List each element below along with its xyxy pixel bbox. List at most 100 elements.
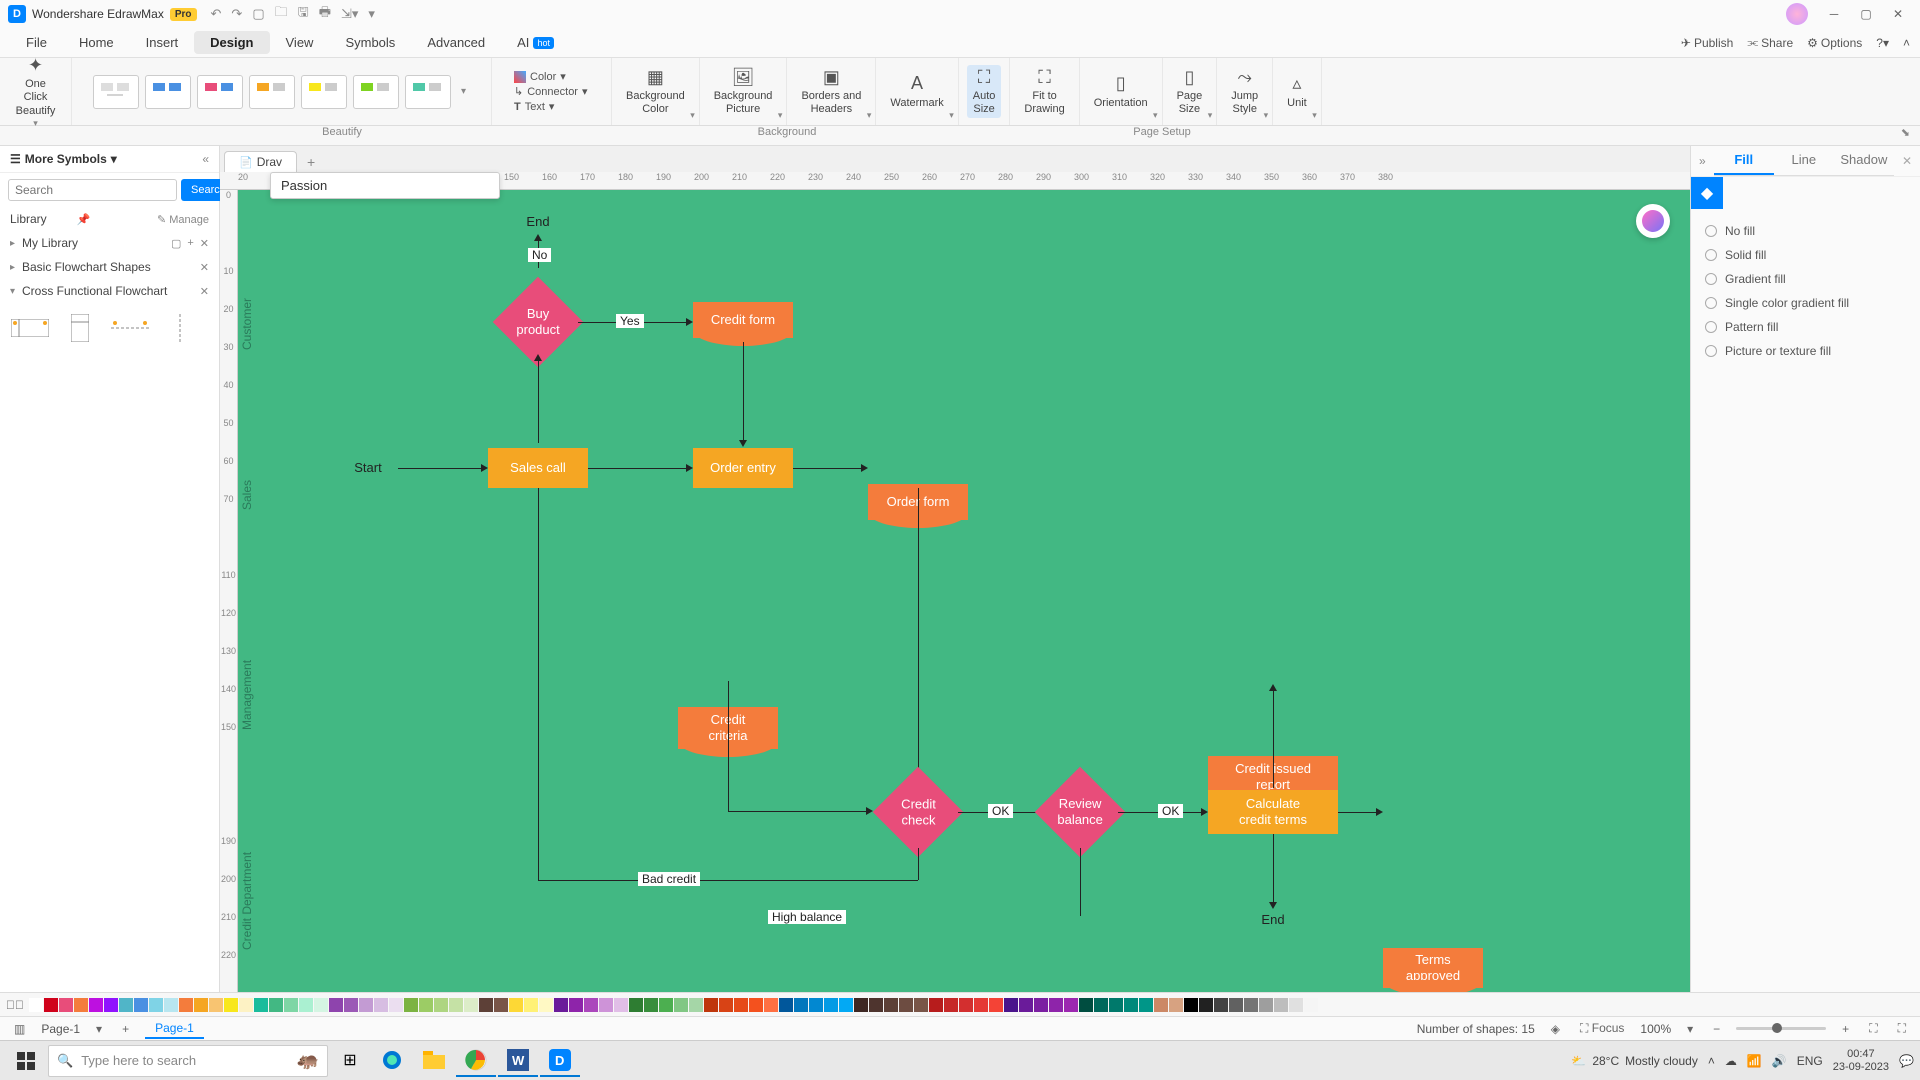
color-swatch[interactable] [1274,998,1288,1012]
theme-thumb-3[interactable] [197,75,243,109]
cross-functional-row[interactable]: ▾Cross Functional Flowchart ✕ [0,279,219,303]
page-size-drop[interactable]: ▾ [1208,110,1213,121]
color-swatch[interactable] [179,998,193,1012]
qat-more-icon[interactable]: ▾ [368,6,375,22]
page-add-icon[interactable]: + [118,1022,133,1036]
color-swatch[interactable] [389,998,403,1012]
color-swatch[interactable] [539,998,553,1012]
style-tab-icon[interactable]: ◆ [1691,177,1723,209]
color-swatch[interactable] [734,998,748,1012]
color-swatch[interactable] [419,998,433,1012]
color-swatch[interactable] [164,998,178,1012]
fill-option[interactable]: No fill [1705,219,1906,243]
page-list-icon[interactable]: ▥ [10,1022,29,1036]
color-swatch[interactable] [1109,998,1123,1012]
color-swatch[interactable] [704,998,718,1012]
menu-insert[interactable]: Insert [130,31,195,54]
color-swatch[interactable] [314,998,328,1012]
color-swatch[interactable] [374,998,388,1012]
color-swatch[interactable] [1094,998,1108,1012]
theme-thumb-6[interactable] [353,75,399,109]
shape-review-balance[interactable]: Review balance [1035,767,1126,858]
color-swatch[interactable] [449,998,463,1012]
color-swatch[interactable] [1199,998,1213,1012]
color-swatch[interactable] [494,998,508,1012]
color-dropdown[interactable]: Color▾ [514,70,588,83]
page-drop-icon[interactable]: ▾ [92,1022,106,1036]
menu-view[interactable]: View [270,31,330,54]
theme-thumb-7[interactable] [405,75,451,109]
orientation-drop[interactable]: ▾ [1153,110,1158,121]
volume-icon[interactable]: 🔊 [1772,1054,1787,1068]
word-icon[interactable]: W [498,1045,538,1077]
focus-toggle[interactable]: ⛶ Focus [1576,1021,1628,1036]
color-swatch[interactable] [1019,998,1033,1012]
color-swatch[interactable] [929,998,943,1012]
cat1-close-icon[interactable]: ✕ [200,261,209,274]
zoom-out-icon[interactable]: − [1709,1022,1724,1036]
wifi-icon[interactable]: 📶 [1747,1054,1762,1068]
menu-design[interactable]: Design [194,31,269,54]
tab-fill[interactable]: Fill [1714,146,1774,175]
shape-credit-form[interactable]: Credit form [693,302,793,338]
unit-button[interactable]: ▵Unit [1281,71,1313,112]
color-swatch[interactable] [974,998,988,1012]
color-swatch[interactable] [944,998,958,1012]
layers-icon[interactable]: ◈ [1547,1022,1564,1036]
menu-symbols[interactable]: Symbols [329,31,411,54]
color-swatch[interactable] [224,998,238,1012]
color-swatch[interactable] [854,998,868,1012]
bg-color-drop[interactable]: ▾ [690,110,695,121]
share-button[interactable]: ⫘ Share [1747,35,1793,50]
bg-color-button[interactable]: ▦Background Color [620,65,691,119]
language-icon[interactable]: ENG [1797,1054,1823,1068]
unit-drop[interactable]: ▾ [1312,110,1317,121]
color-swatch[interactable] [239,998,253,1012]
jump-style-button[interactable]: ⤳Jump Style [1225,65,1264,119]
export-icon[interactable]: ⇲▾ [341,6,358,22]
color-swatch[interactable] [194,998,208,1012]
pin-icon[interactable]: 📌 [77,213,91,226]
menu-ai[interactable]: AI hot [501,31,570,54]
color-swatch[interactable] [959,998,973,1012]
shape-start[interactable]: Start [343,458,393,478]
color-swatch[interactable] [794,998,808,1012]
color-swatch[interactable] [1154,998,1168,1012]
color-swatch[interactable] [1004,998,1018,1012]
color-swatch[interactable] [1214,998,1228,1012]
color-swatch[interactable] [764,998,778,1012]
theme-thumb-5[interactable] [301,75,347,109]
jump-drop[interactable]: ▾ [1264,110,1269,121]
page-size-button[interactable]: ▯Page Size [1171,65,1209,119]
borders-button[interactable]: ▣Borders and Headers [795,65,867,119]
new-icon[interactable]: ▢ [252,6,264,22]
tab-add-button[interactable]: + [299,152,323,172]
color-swatch[interactable] [1304,998,1318,1012]
manage-link[interactable]: ✎ Manage [157,213,209,226]
color-swatch[interactable] [209,998,223,1012]
page-setup-launcher-icon[interactable]: ⬊ [1901,127,1910,139]
menu-file[interactable]: File [10,31,63,54]
color-swatch[interactable] [899,998,913,1012]
edrawmax-taskbar-icon[interactable]: D [540,1045,580,1077]
eyedropper-icon[interactable]: �⃠ [6,998,24,1012]
fill-option[interactable]: Gradient fill [1705,267,1906,291]
page-tab[interactable]: Page-1 [145,1019,204,1039]
color-swatch[interactable] [629,998,643,1012]
color-swatch[interactable] [1034,998,1048,1012]
minimize-icon[interactable]: ─ [1820,7,1848,21]
color-swatch[interactable] [404,998,418,1012]
color-swatch[interactable] [284,998,298,1012]
color-swatch[interactable] [119,998,133,1012]
shape-sales-call[interactable]: Sales call [488,448,588,488]
color-swatch[interactable] [809,998,823,1012]
fit-drawing-button[interactable]: ⛶Fit to Drawing [1018,65,1070,119]
theme-thumb-2[interactable] [145,75,191,109]
start-button[interactable] [6,1045,46,1077]
color-swatch[interactable] [329,998,343,1012]
fill-option[interactable]: Pattern fill [1705,315,1906,339]
color-swatch[interactable] [74,998,88,1012]
color-swatch[interactable] [104,998,118,1012]
weather-widget[interactable]: ⛅ 28°C Mostly cloudy [1571,1054,1697,1068]
color-swatch[interactable] [89,998,103,1012]
